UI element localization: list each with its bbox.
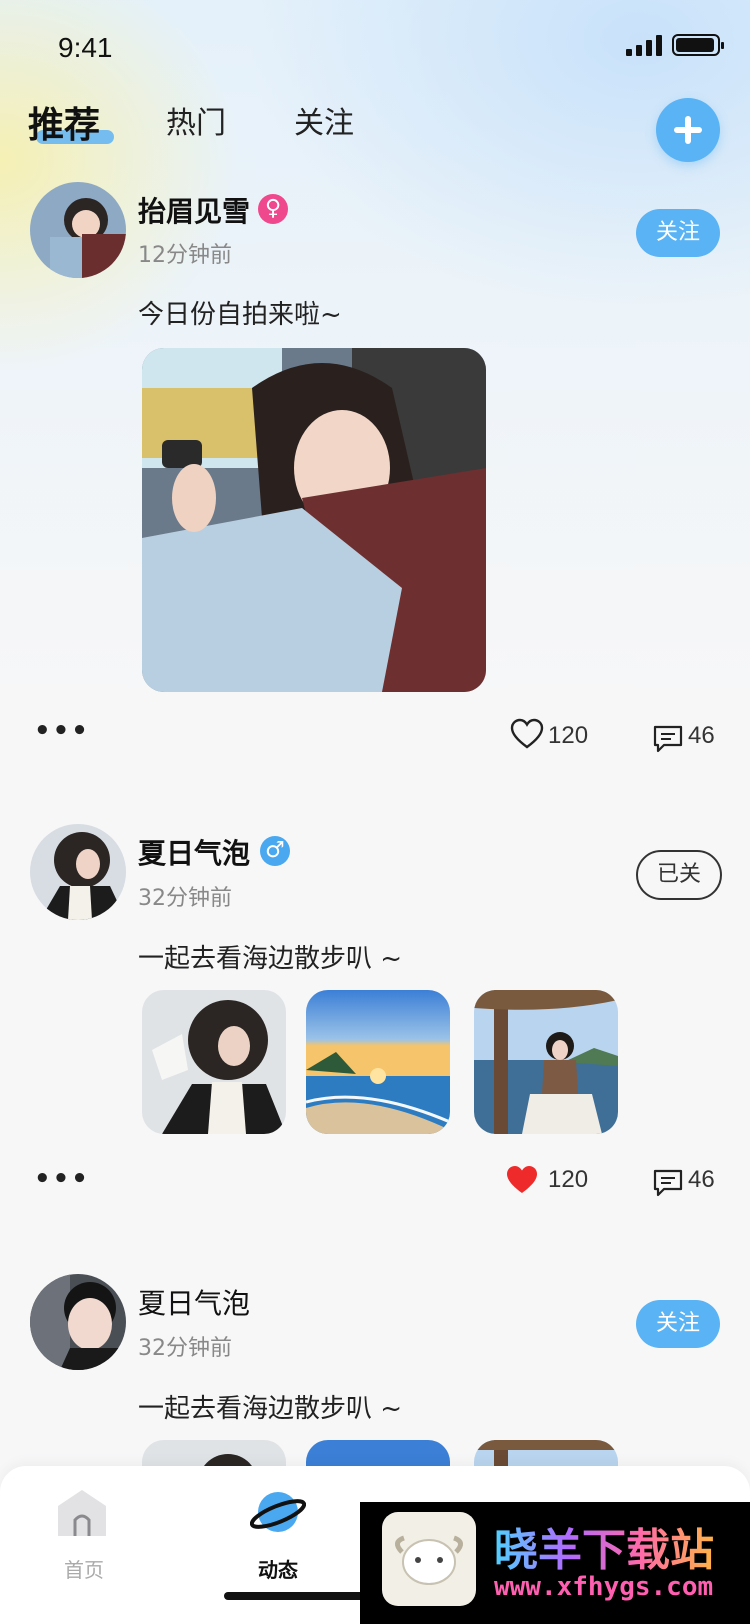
- tab-recommend[interactable]: 推荐: [28, 96, 100, 148]
- post-text: 今日份自拍来啦~: [138, 300, 342, 330]
- battery-icon: [672, 34, 724, 56]
- comment-icon[interactable]: [652, 724, 684, 758]
- post-photo[interactable]: [142, 990, 286, 1134]
- add-post-button[interactable]: [656, 98, 720, 162]
- like-count: 120: [548, 722, 589, 749]
- follow-button[interactable]: 关注: [636, 1300, 720, 1348]
- status-time: 9:41: [58, 32, 113, 63]
- like-icon[interactable]: [510, 718, 544, 754]
- post-username[interactable]: 夏日气泡: [138, 832, 250, 872]
- sheep-logo-icon: [382, 1512, 476, 1606]
- avatar[interactable]: [30, 824, 126, 920]
- comment-icon[interactable]: [652, 1168, 684, 1202]
- comment-count: 46: [688, 722, 715, 749]
- post-photo[interactable]: [474, 990, 618, 1134]
- post-time: 32分钟前: [138, 886, 232, 911]
- post-username[interactable]: 夏日气泡: [138, 1282, 250, 1322]
- home-icon[interactable]: [56, 1488, 108, 1538]
- liked-heart-icon[interactable]: [504, 1164, 540, 1200]
- tab-following[interactable]: 关注: [294, 98, 354, 142]
- followed-button[interactable]: 已关: [636, 850, 722, 900]
- post-photo[interactable]: [306, 990, 450, 1134]
- avatar[interactable]: [30, 182, 126, 278]
- more-options-icon[interactable]: •••: [34, 1164, 90, 1194]
- post-photo[interactable]: [142, 348, 486, 692]
- watermark-url: www.xfhygs.com: [494, 1572, 714, 1602]
- planet-icon[interactable]: [249, 1488, 307, 1538]
- nav-label-feed[interactable]: 动态: [258, 1554, 298, 1583]
- male-icon: ♂: [260, 836, 290, 866]
- post-time: 32分钟前: [138, 1336, 232, 1361]
- watermark: 晓羊下载站 www.xfhygs.com: [360, 1502, 750, 1624]
- nav-label-home[interactable]: 首页: [64, 1554, 104, 1583]
- watermark-title: 晓羊下载站: [494, 1514, 714, 1578]
- comment-count: 46: [688, 1166, 715, 1193]
- female-icon: ♀: [258, 194, 288, 224]
- post-username[interactable]: 抬眉见雪: [138, 190, 250, 230]
- follow-button[interactable]: 关注: [636, 209, 720, 257]
- avatar[interactable]: [30, 1274, 126, 1370]
- post-text: 一起去看海边散步叭 ~: [138, 1394, 403, 1424]
- like-count: 120: [548, 1166, 589, 1193]
- more-options-icon[interactable]: •••: [34, 716, 90, 746]
- post-text: 一起去看海边散步叭 ~: [138, 944, 403, 974]
- signal-icon: [626, 34, 662, 56]
- tab-hot[interactable]: 热门: [166, 98, 226, 142]
- post-time: 12分钟前: [138, 243, 232, 268]
